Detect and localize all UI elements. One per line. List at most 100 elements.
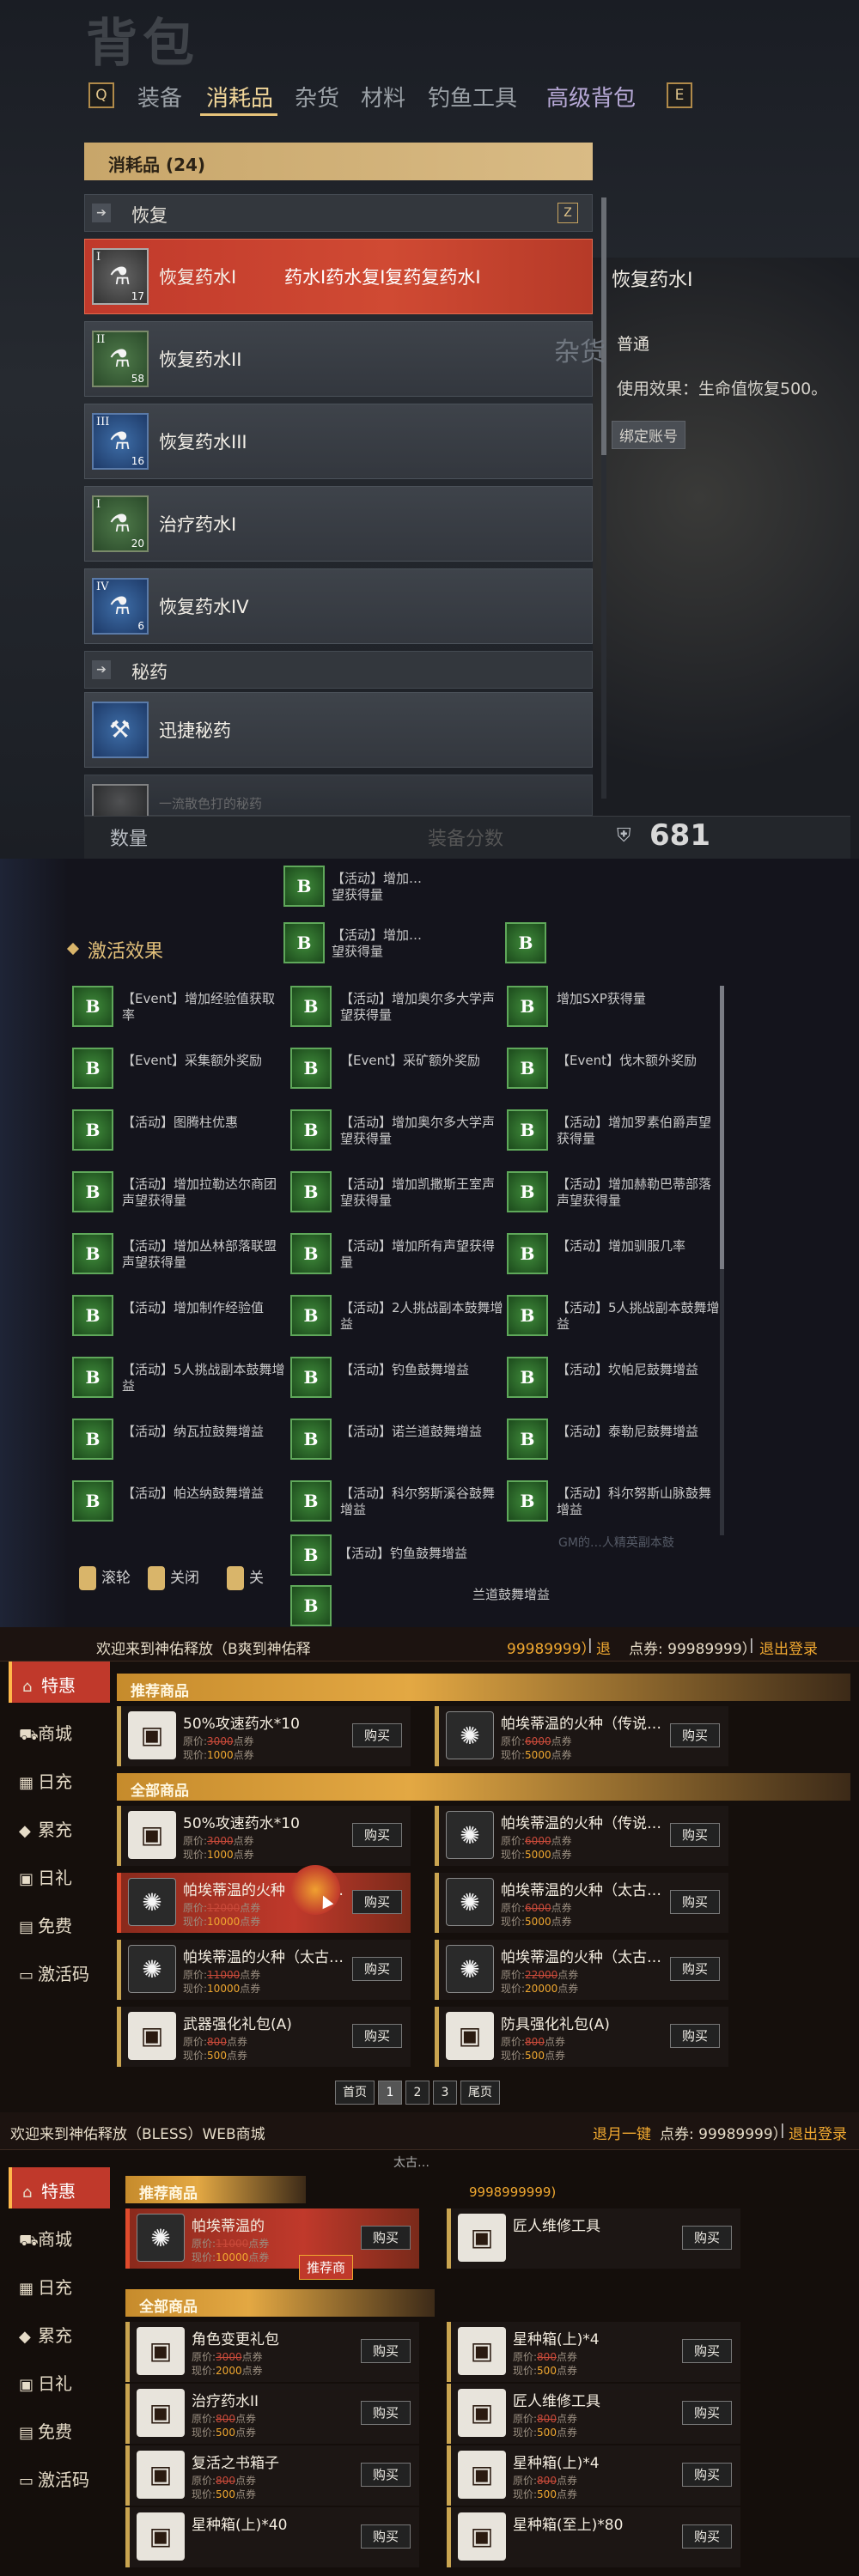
buff-icon[interactable]: B (72, 1048, 113, 1089)
product-card[interactable]: ✺ 帕埃蒂温的火种（传说… 原价:6000点券 现价:5000点券 购买 (435, 1706, 728, 1766)
buy-button[interactable]: 购买 (670, 2024, 720, 2048)
buff-icon[interactable]: B (507, 1233, 548, 1274)
buy-button[interactable]: 购买 (682, 2463, 732, 2487)
buff-icon[interactable]: B (290, 1295, 332, 1336)
product-card[interactable]: ▣ 匠人维修工具 购买 (447, 2208, 740, 2269)
item-row[interactable]: I ⚗ 20 治疗药水I (84, 486, 593, 562)
menu-item[interactable]: ▭ 激活码 (9, 1950, 110, 1991)
buff-icon[interactable]: B (507, 1295, 548, 1336)
item-row[interactable]: ⚒ 迅捷秘药 (84, 692, 593, 768)
product-card[interactable]: ✺ 帕埃蒂温的火种（太古… 原价:22000点券 现价:20000点券 购买 (435, 1940, 728, 2000)
menu-item[interactable]: ◆ 累充 (9, 1806, 110, 1847)
product-card[interactable]: ▣ 星种箱(至上)*80 购买 (447, 2507, 740, 2567)
buy-button[interactable]: 购买 (670, 1957, 720, 1981)
page-button[interactable]: 1 (378, 2081, 402, 2105)
buff-icon[interactable]: B (507, 1109, 548, 1151)
group-restore[interactable]: ➔ 恢复 Z (84, 194, 593, 232)
logout-link[interactable]: 退出登录 (789, 2122, 847, 2143)
menu-item[interactable]: ⌂ 特惠 (9, 1662, 110, 1703)
buff-icon[interactable]: B (283, 922, 325, 963)
page-button[interactable]: 首页 (335, 2081, 375, 2105)
buff-icon[interactable]: B (72, 1480, 113, 1522)
buy-button[interactable]: 购买 (352, 1890, 402, 1914)
buy-button[interactable]: 购买 (670, 1890, 720, 1914)
item-row[interactable]: III ⚗ 16 恢复药水III (84, 404, 593, 479)
buy-button[interactable]: 购买 (670, 1723, 720, 1747)
buff-icon[interactable]: B (72, 1295, 113, 1336)
product-card[interactable]: ✺ 帕埃蒂温的火种（太古… 原价:6000点券 现价:5000点券 购买 (435, 1873, 728, 1933)
buy-button[interactable]: 购买 (670, 1823, 720, 1847)
tab-fishing-tools[interactable]: 钓鱼工具 (428, 81, 517, 112)
menu-item[interactable]: ▭ 激活码 (9, 2456, 110, 2497)
product-card[interactable]: ▣ 角色变更礼包 原价:3000点券 现价:2000点券 购买 (125, 2322, 419, 2382)
product-card[interactable]: ▣ 治疗药水II 原价:800点券 现价:500点券 购买 (125, 2384, 419, 2444)
tab-misc[interactable]: 杂货 (295, 81, 339, 112)
menu-item[interactable]: ▦ 日充 (9, 1758, 110, 1799)
buy-button[interactable]: 购买 (682, 2226, 732, 2250)
menu-item[interactable]: ⌂ 特惠 (9, 2167, 110, 2208)
product-card[interactable]: ✺ 帕埃蒂温的火种（太古… 原价:11000点券 现价:10000点券 购买 (117, 1940, 411, 2000)
menu-item[interactable]: ▤ 免费 (9, 2408, 110, 2449)
buff-icon[interactable]: B (290, 1534, 332, 1576)
product-card[interactable]: ▣ 50%攻速药水*10 原价:3000点券 现价:1000点券 购买 (117, 1806, 411, 1866)
tab-next-key[interactable]: E (667, 82, 692, 108)
buy-button[interactable]: 购买 (682, 2401, 732, 2425)
close-hint[interactable]: 关闭 (148, 1565, 199, 1590)
group-secret[interactable]: ➔ 秘药 (84, 651, 593, 689)
buff-icon[interactable]: B (72, 1419, 113, 1460)
scrollbar-thumb[interactable] (601, 197, 606, 455)
product-card[interactable]: ▣ 星种箱(上)*40 购买 (125, 2507, 419, 2567)
buff-icon[interactable]: B (72, 1109, 113, 1151)
buff-icon[interactable]: B (72, 1233, 113, 1274)
sort-key[interactable]: Z (557, 203, 578, 223)
product-card[interactable]: ✺ 帕埃蒂温的火种（传说… 原价:12000点券 现价:10000点券 购买 (117, 1873, 411, 1933)
buy-button[interactable]: 购买 (682, 2339, 732, 2363)
buff-icon[interactable]: B (290, 1048, 332, 1089)
buff-icon[interactable]: B (507, 1419, 548, 1460)
buff-icon[interactable]: B (290, 1419, 332, 1460)
product-card[interactable]: ▣ 武器强化礼包(A) 原价:800点券 现价:500点券 购买 (117, 2007, 411, 2067)
item-row[interactable]: I ⚗ 17 恢复药水I 药水I药水复I复药复药水I (84, 239, 593, 314)
product-card[interactable]: ▣ 防具强化礼包(A) 原价:800点券 现价:500点券 购买 (435, 2007, 728, 2067)
buy-button[interactable]: 购买 (361, 2226, 411, 2250)
menu-item[interactable]: ⛟商城 (9, 2215, 110, 2257)
item-row[interactable]: IV ⚗ 6 恢复药水IV (84, 568, 593, 644)
menu-item[interactable]: ▣ 日礼 (9, 1854, 110, 1895)
tab-advanced-bag[interactable]: 高级背包 (546, 81, 636, 112)
product-card[interactable]: ▣ 星种箱(上)*4 原价:800点券 现价:500点券 购买 (447, 2445, 740, 2506)
buy-button[interactable]: 购买 (352, 1957, 402, 1981)
buy-button[interactable]: 购买 (352, 1723, 402, 1747)
product-card[interactable]: ▣ 匠人维修工具 原价:800点券 现价:500点券 购买 (447, 2384, 740, 2444)
buff-icon[interactable]: B (507, 1480, 548, 1522)
buff-icon[interactable]: B (290, 1585, 332, 1626)
tab-consumables[interactable]: 消耗品 (206, 81, 273, 112)
buy-button[interactable]: 购买 (352, 1823, 402, 1847)
menu-item[interactable]: ▣ 日礼 (9, 2360, 110, 2401)
buff-scrollbar[interactable] (720, 986, 724, 1535)
buff-icon[interactable]: B (507, 1171, 548, 1212)
buff-icon[interactable]: B (72, 986, 113, 1027)
product-card[interactable]: ▣ 星种箱(上)*4 原价:800点券 现价:500点券 购买 (447, 2322, 740, 2382)
item-list-scrollbar[interactable] (601, 197, 606, 799)
menu-item[interactable]: ◆ 累充 (9, 2312, 110, 2353)
buff-icon[interactable]: B (290, 1171, 332, 1212)
buff-icon[interactable]: B (72, 1357, 113, 1398)
product-card[interactable]: ✺ 帕埃蒂温的 原价:11000点券 现价:10000点券 购买 (125, 2208, 419, 2269)
buy-button[interactable]: 购买 (361, 2401, 411, 2425)
page-button[interactable]: 尾页 (460, 2081, 500, 2105)
close-hint-2[interactable]: 关 (227, 1565, 264, 1590)
menu-item[interactable]: ▤ 免费 (9, 1902, 110, 1943)
buff-icon[interactable]: B (507, 1048, 548, 1089)
buff-icon[interactable]: B (290, 1357, 332, 1398)
buff-icon[interactable]: B (290, 1233, 332, 1274)
buy-button[interactable]: 购买 (361, 2524, 411, 2549)
buy-button[interactable]: 购买 (682, 2524, 732, 2549)
buy-button[interactable]: 购买 (361, 2463, 411, 2487)
buff-icon[interactable]: B (507, 1357, 548, 1398)
buff-icon[interactable]: B (290, 1109, 332, 1151)
buy-button[interactable]: 购买 (352, 2024, 402, 2048)
product-card[interactable]: ▣ 50%攻速药水*10 原价:3000点券 现价:1000点券 购买 (117, 1706, 411, 1766)
menu-item[interactable]: ⛟商城 (9, 1710, 110, 1751)
item-row[interactable]: 一流散色打的秘药 (84, 775, 593, 818)
buff-icon[interactable]: B (72, 1171, 113, 1212)
